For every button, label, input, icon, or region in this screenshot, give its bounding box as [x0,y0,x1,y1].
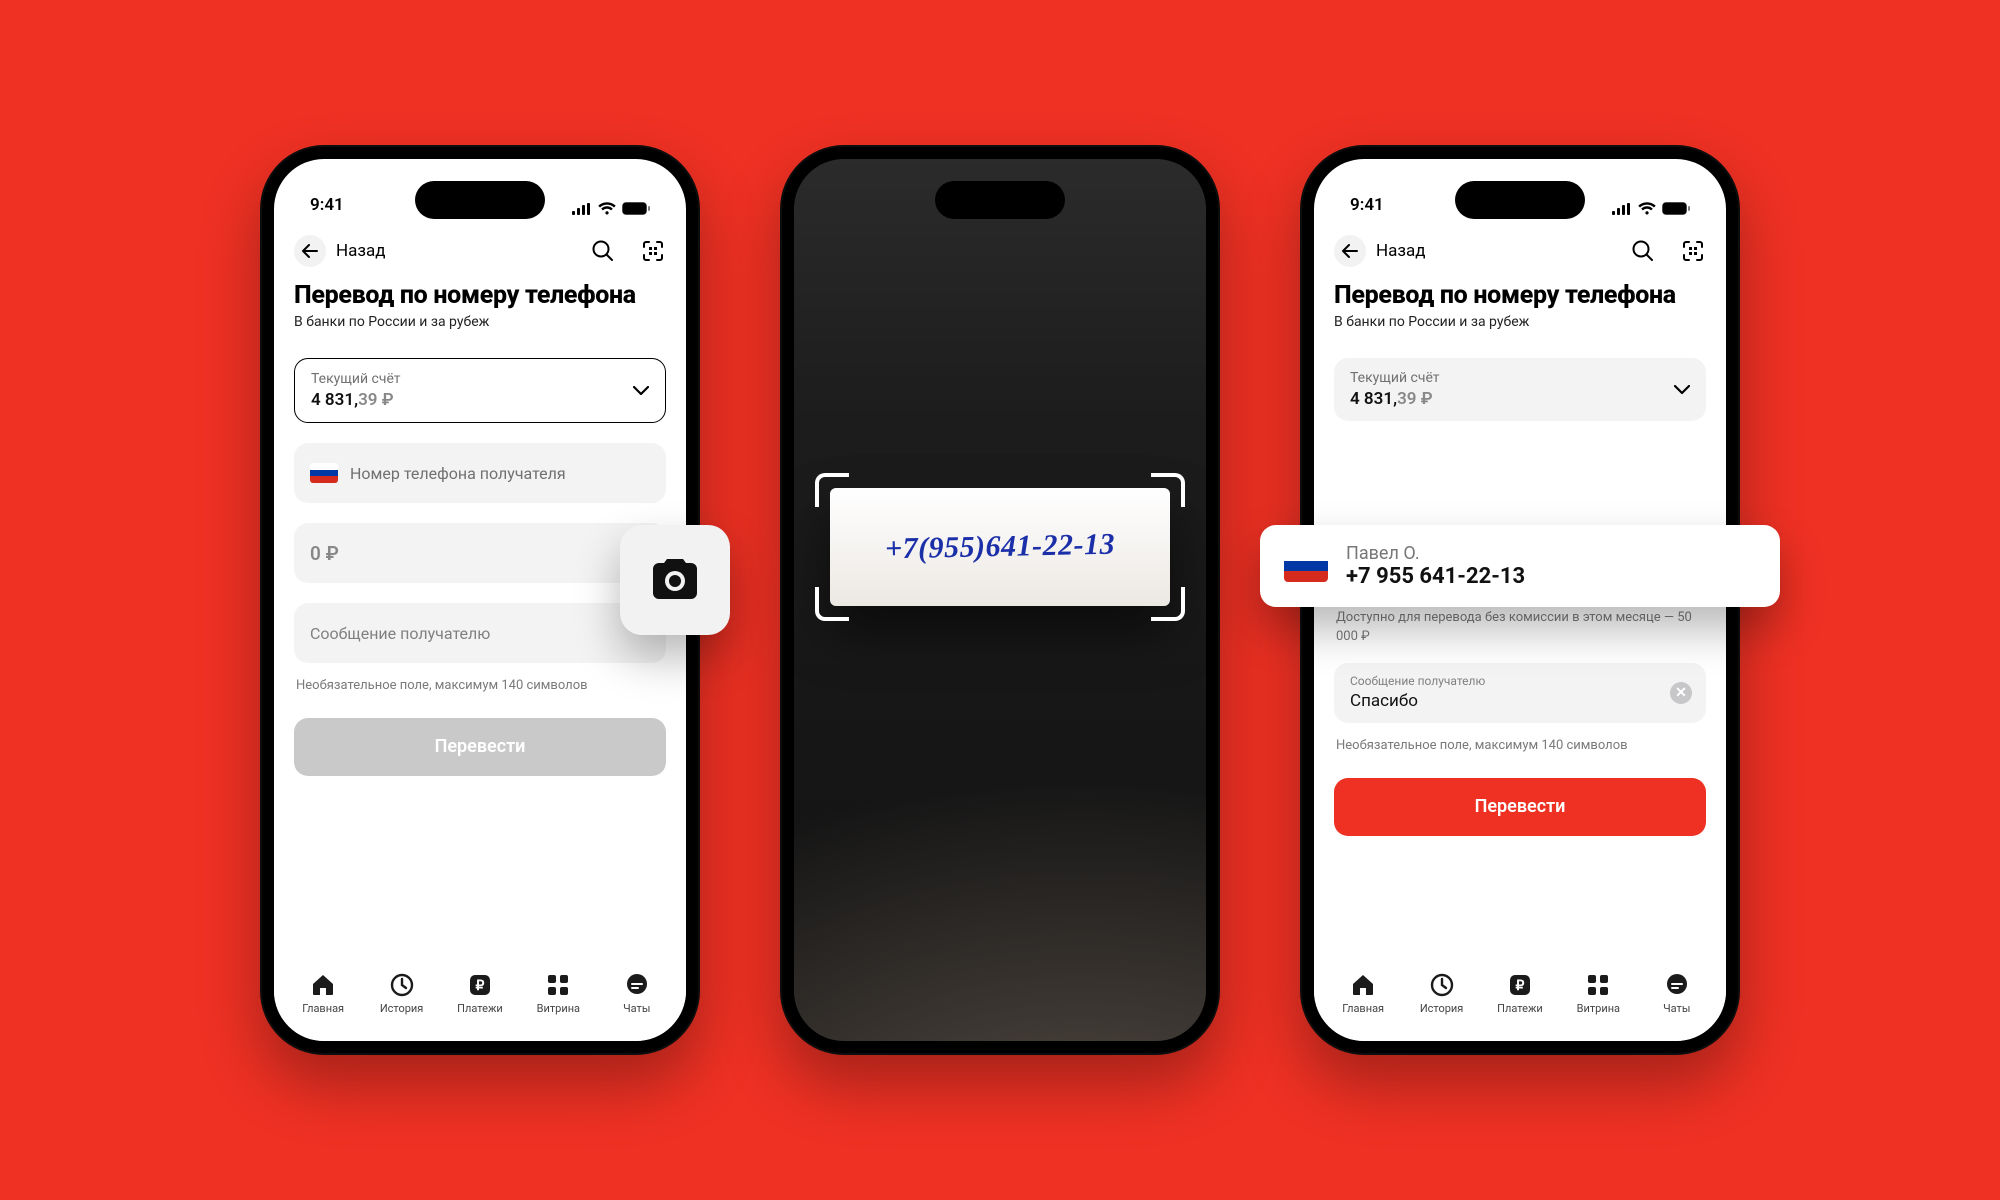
page-subtitle: В банки по России и за рубеж [274,314,686,348]
qr-scan-icon [642,240,664,262]
message-placeholder: Сообщение получателю [310,624,490,643]
arrow-left-icon [302,244,318,258]
signal-icon [572,203,592,215]
phone-mockup-3: 9:41 Назад Пере [1300,145,1740,1055]
nav-bar: Назад [1314,219,1726,279]
tab-history[interactable]: История [1408,972,1476,1015]
wifi-icon [598,202,616,215]
tab-home[interactable]: Главная [289,972,357,1015]
tab-home[interactable]: Главная [1329,972,1397,1015]
search-icon [1632,240,1654,262]
history-icon [1429,972,1455,998]
svg-text:₽: ₽ [476,977,485,993]
home-icon [310,972,336,998]
account-picker[interactable]: Текущий счёт 4 831,39 ₽ [294,358,666,423]
tab-market[interactable]: Витрина [524,972,592,1015]
search-icon [592,240,614,262]
battery-icon [1662,202,1690,215]
message-input[interactable]: Сообщение получателю [294,603,666,663]
wifi-icon [1638,202,1656,215]
search-button[interactable] [590,238,616,264]
arrow-left-icon [1342,244,1358,258]
page-subtitle: В банки по России и за рубеж [1314,314,1726,348]
tab-history[interactable]: История [368,972,436,1015]
scan-frame-icon [815,473,1185,621]
market-icon [1585,972,1611,998]
page-title: Перевод по номеру телефона [1314,279,1726,314]
flag-russia-icon [310,463,338,483]
chats-icon [1664,972,1690,998]
nav-bar: Назад [274,219,686,279]
qr-scan-icon [1682,240,1704,262]
chevron-down-icon [1674,385,1690,395]
amount-input[interactable]: 0 ₽ [294,523,666,583]
dynamic-island [415,181,545,219]
message-hint: Необязательное поле, максимум 140 символ… [1314,737,1726,772]
payments-icon: ₽ [1507,972,1533,998]
message-clear-button[interactable]: ✕ [1670,682,1692,704]
phone-input-placeholder: Номер телефона получателя [350,464,566,483]
chevron-down-icon [633,386,649,396]
camera-icon [647,557,703,603]
phone-input[interactable]: Номер телефона получателя [294,443,666,503]
back-button[interactable]: Назад [1334,235,1426,267]
recipient-phone: +7 955 641-22-13 [1346,564,1525,589]
market-icon [545,972,571,998]
tab-market[interactable]: Витрина [1564,972,1632,1015]
dynamic-island [1455,181,1585,219]
phone-mockup-1: 9:41 Назад Пере [260,145,700,1055]
account-label: Текущий счёт [311,371,633,387]
qr-scan-button[interactable] [640,238,666,264]
tab-bar: Главная История ₽ Платежи Витрина Чаты [274,964,686,1041]
recipient-card[interactable]: Павел О. +7 955 641-22-13 [1260,525,1780,607]
amount-placeholder: 0 ₽ [310,542,339,565]
payments-icon: ₽ [467,972,493,998]
battery-icon [622,202,650,215]
commission-hint: Доступно для перевода без комиссии в это… [1314,609,1726,663]
tab-chats[interactable]: Чаты [603,972,671,1015]
account-picker[interactable]: Текущий счёт 4 831,39 ₽ [1334,358,1706,421]
home-icon [1350,972,1376,998]
search-button[interactable] [1630,238,1656,264]
transfer-button[interactable]: Перевести [294,718,666,776]
flag-russia-icon [1284,550,1328,582]
account-label: Текущий счёт [1350,370,1674,386]
recipient-name: Павел О. [1346,543,1525,564]
back-label: Назад [1376,241,1426,261]
history-icon [389,972,415,998]
back-label: Назад [336,241,386,261]
transfer-button[interactable]: Перевести [1334,778,1706,836]
tab-payments[interactable]: ₽ Платежи [1486,972,1554,1015]
tab-bar: Главная История ₽ Платежи Витрина Чаты [1314,964,1726,1041]
tab-payments[interactable]: ₽ Платежи [446,972,514,1015]
account-balance: 4 831,39 ₽ [1350,389,1674,409]
message-hint: Необязательное поле, максимум 140 символ… [274,677,686,712]
message-value: Спасибо [1350,691,1418,711]
phone-mockup-2: +7(955)641-22-13 [780,145,1220,1055]
transfer-button-label: Перевести [435,736,526,757]
back-button[interactable]: Назад [294,235,386,267]
message-label: Сообщение получателю [1350,674,1485,688]
status-time: 9:41 [310,195,344,215]
qr-scan-button[interactable] [1680,238,1706,264]
svg-text:₽: ₽ [1516,977,1525,993]
dynamic-island [935,181,1065,219]
transfer-button-label: Перевести [1475,796,1566,817]
chats-icon [624,972,650,998]
tab-chats[interactable]: Чаты [1643,972,1711,1015]
signal-icon [1612,203,1632,215]
status-time: 9:41 [1350,195,1384,215]
message-input[interactable]: Сообщение получателю Спасибо ✕ [1334,663,1706,723]
page-title: Перевод по номеру телефона [274,279,686,314]
account-balance: 4 831,39 ₽ [311,390,633,410]
camera-scan-button[interactable] [620,525,730,635]
